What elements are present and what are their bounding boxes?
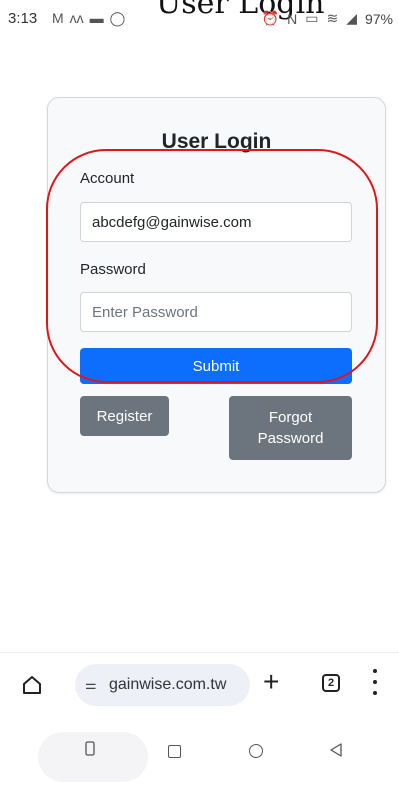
status-bar: 3:13 M ʌʌ ▬ ◯ User Login ⏰ N ▭ ≋ ◢ 97%: [0, 0, 399, 40]
message-icon: ▬: [89, 10, 104, 26]
status-time: 3:13: [8, 10, 38, 27]
account-input[interactable]: [80, 202, 352, 242]
login-title: User Login: [161, 130, 272, 153]
maps-icon: ʌʌ: [69, 10, 84, 26]
nav-highlight: [38, 732, 148, 782]
account-label: Account: [80, 170, 135, 187]
home-icon[interactable]: [20, 673, 44, 697]
forgot-password-button[interactable]: Forgot Password: [229, 396, 352, 460]
submit-button[interactable]: Submit: [80, 348, 352, 384]
alarm-icon: ⏰: [261, 10, 280, 26]
back-icon[interactable]: [329, 742, 343, 758]
tab-switcher-button[interactable]: 2: [322, 674, 340, 692]
address-bar[interactable]: ⚌ gainwise.com.tw: [75, 664, 250, 706]
volte-icon: ▭: [305, 10, 319, 26]
login-card: User Login Account Password Submit Regis…: [47, 97, 386, 493]
battery-level: 97%: [364, 10, 393, 27]
system-nav-bar: [0, 722, 399, 798]
nfc-icon: N: [287, 10, 298, 27]
more-menu-icon[interactable]: [372, 669, 378, 695]
signal-icon: ◢: [346, 10, 357, 26]
password-input[interactable]: [80, 292, 352, 332]
screen-toggle-icon[interactable]: [85, 741, 96, 757]
url-text: gainwise.com.tw: [109, 676, 227, 693]
recents-icon[interactable]: [168, 745, 181, 758]
notification-icons: M ʌʌ ▬ ◯: [52, 10, 125, 27]
whatsapp-icon: ◯: [109, 10, 126, 26]
gmail-icon: M: [52, 10, 64, 26]
browser-toolbar: ⚌ gainwise.com.tw + 2: [0, 652, 399, 723]
site-settings-icon[interactable]: ⚌: [85, 677, 103, 693]
password-label: Password: [80, 261, 146, 278]
home-nav-icon[interactable]: [249, 744, 263, 758]
register-button[interactable]: Register: [80, 396, 169, 436]
wifi-icon: ≋: [326, 10, 339, 26]
new-tab-icon[interactable]: +: [263, 667, 279, 697]
system-status-icons: ⏰ N ▭ ≋ ◢ 97%: [262, 10, 393, 27]
